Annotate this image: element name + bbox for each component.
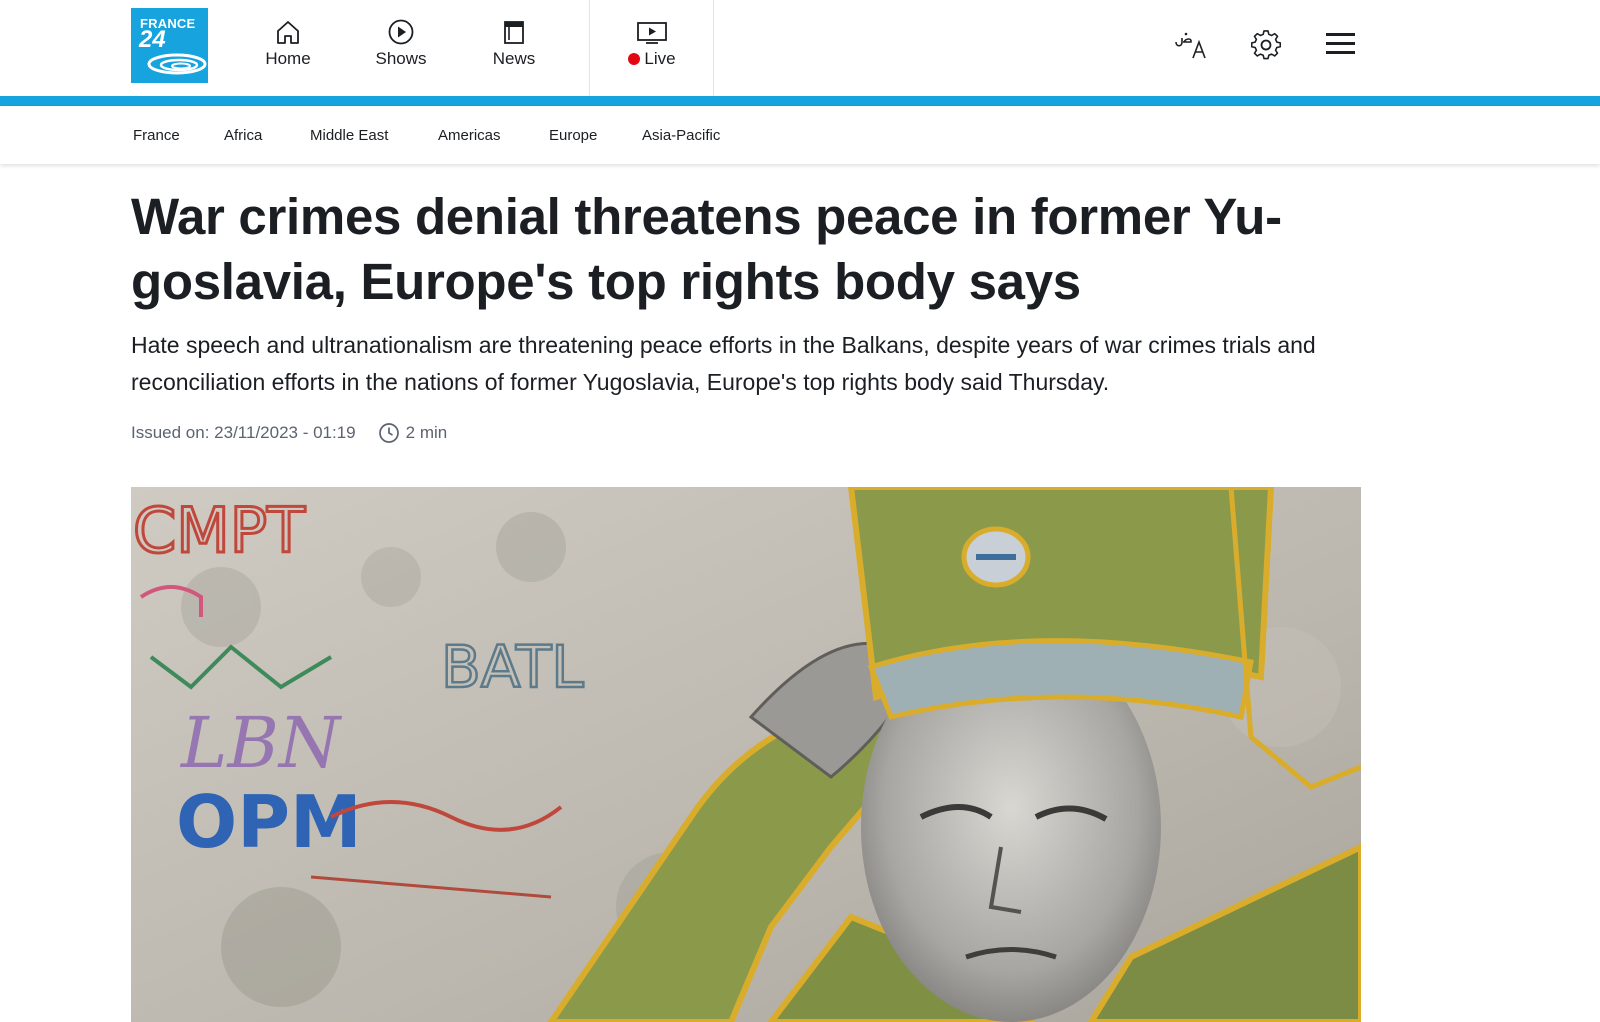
- nav-live-label-wrap: Live: [607, 49, 697, 69]
- france24-logo[interactable]: FRANCE 24: [131, 8, 208, 83]
- graffiti-text-2: BATL: [441, 633, 584, 701]
- top-header: FRANCE 24 Home Shows News Live: [0, 0, 1600, 96]
- nav-news-label: News: [492, 49, 536, 68]
- subnav-france[interactable]: France: [133, 127, 180, 144]
- read-time: 2 min: [405, 423, 448, 442]
- language-icon[interactable]: [1172, 28, 1210, 62]
- accent-bar: [0, 96, 1600, 106]
- home-icon: [277, 21, 299, 44]
- nav-divider: [589, 0, 590, 96]
- clock-icon: [378, 423, 399, 443]
- subnav-europe[interactable]: Europe: [549, 127, 597, 144]
- newspaper-icon: [504, 21, 524, 44]
- subnav-africa[interactable]: Africa: [224, 127, 262, 144]
- tv-play-icon: [637, 22, 667, 44]
- nav-divider-2: [713, 0, 714, 96]
- article-headline: War crimes denial threatens peace in for…: [131, 188, 1282, 310]
- play-circle-icon: [388, 19, 414, 45]
- nav-news[interactable]: News: [469, 18, 559, 69]
- nav-live[interactable]: Live: [607, 18, 697, 69]
- graffiti-text-4: LBN: [179, 702, 343, 784]
- nav-home[interactable]: Home: [243, 18, 333, 69]
- logo-text-24: 24: [139, 26, 166, 53]
- issued-date: Issued on: 23/11/2023 - 01:19: [131, 423, 356, 442]
- graffiti-text-3: OPM: [176, 780, 362, 864]
- subnav-middle-east[interactable]: Middle East: [310, 127, 388, 144]
- graffiti-text-1: CMPT: [133, 494, 306, 567]
- nav-shows-label: Shows: [375, 49, 427, 68]
- live-dot-icon: [628, 53, 641, 65]
- article-hero-image: CMPT BATL OPM LBN: [131, 487, 1361, 1022]
- gear-icon[interactable]: [1251, 30, 1281, 60]
- mural-illustration: CMPT BATL OPM LBN: [131, 487, 1361, 1022]
- nav-shows[interactable]: Shows: [356, 18, 446, 69]
- nav-live-label: Live: [644, 49, 676, 68]
- article-meta: Issued on: 23/11/2023 - 01:19 2 min: [131, 422, 447, 444]
- article-lede: Hate speech and ultranationalism are thr…: [131, 332, 1316, 395]
- region-subnav: France Africa Middle East Americas Europ…: [0, 106, 1600, 164]
- nav-home-label: Home: [265, 49, 311, 68]
- menu-icon[interactable]: [1326, 32, 1356, 56]
- subnav-americas[interactable]: Americas: [438, 127, 501, 144]
- subnav-asia-pacific[interactable]: Asia-Pacific: [642, 127, 720, 144]
